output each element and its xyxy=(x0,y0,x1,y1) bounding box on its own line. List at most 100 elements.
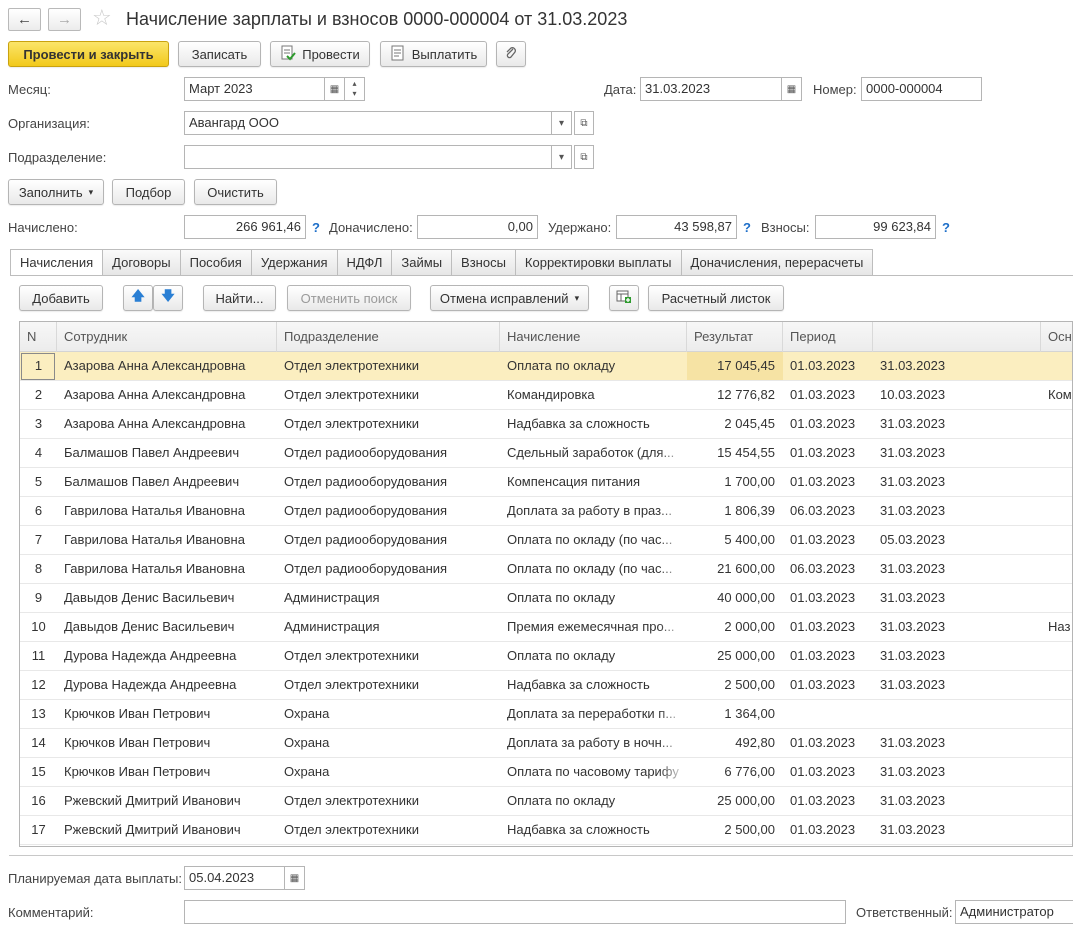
cell-result[interactable]: 17 045,45 xyxy=(687,352,783,380)
cell-period-start[interactable]: 01.03.2023 xyxy=(783,410,873,438)
cell-accrual[interactable]: Доплата за работу в праз... xyxy=(500,497,687,525)
cell-period-start[interactable]: 06.03.2023 xyxy=(783,555,873,583)
cell-n[interactable]: 7 xyxy=(20,526,57,554)
cell-n[interactable]: 2 xyxy=(20,381,57,409)
pay-button[interactable]: Выплатить xyxy=(380,41,487,67)
table-row[interactable]: 5 Балмашов Павел Андреевич Отдел радиообор… xyxy=(20,468,1072,497)
number-field[interactable]: 0000-000004 xyxy=(861,77,982,101)
col-header-accrual[interactable]: Начисление xyxy=(500,322,687,352)
cell-period-start[interactable] xyxy=(783,700,873,728)
cell-n[interactable]: 16 xyxy=(20,787,57,815)
back-button[interactable]: ← xyxy=(8,8,41,31)
cell-department[interactable]: Отдел электротехники xyxy=(277,671,500,699)
cell-accrual[interactable]: Надбавка за сложность xyxy=(500,816,687,844)
organization-field[interactable]: Авангард ООО xyxy=(184,111,552,135)
cell-employee[interactable]: Крючков Иван Петрович xyxy=(57,729,277,757)
cell-n[interactable]: 9 xyxy=(20,584,57,612)
cell-basis[interactable] xyxy=(1041,758,1072,786)
cell-result[interactable]: 2 500,00 xyxy=(687,671,783,699)
comment-field[interactable] xyxy=(184,900,846,924)
cell-basis[interactable]: Наз xyxy=(1041,613,1072,641)
cell-department[interactable]: Отдел радиооборудования xyxy=(277,526,500,554)
cell-employee[interactable]: Азарова Анна Александровна xyxy=(57,410,277,438)
cell-result[interactable]: 1 806,39 xyxy=(687,497,783,525)
cell-period-start[interactable]: 01.03.2023 xyxy=(783,758,873,786)
cell-basis[interactable] xyxy=(1041,729,1072,757)
organization-open-button[interactable]: ⧉ xyxy=(574,111,594,135)
cell-employee[interactable]: Давыдов Денис Васильевич xyxy=(57,584,277,612)
accrued-help-icon[interactable]: ? xyxy=(312,220,320,235)
table-row[interactable]: 6 Гаврилова Наталья Ивановна Отдел радиооб… xyxy=(20,497,1072,526)
cell-accrual[interactable]: Командировка xyxy=(500,381,687,409)
table-settings-button[interactable] xyxy=(609,285,639,311)
cell-accrual[interactable]: Надбавка за сложность xyxy=(500,410,687,438)
department-open-button[interactable]: ⧉ xyxy=(574,145,594,169)
cell-basis[interactable] xyxy=(1041,468,1072,496)
cell-n[interactable]: 14 xyxy=(20,729,57,757)
add-row-button[interactable]: Добавить xyxy=(19,285,103,311)
cell-n[interactable]: 1 xyxy=(20,352,57,380)
withheld-help-icon[interactable]: ? xyxy=(743,220,751,235)
cell-period-end[interactable]: 31.03.2023 xyxy=(873,555,1041,583)
cell-employee[interactable]: Дурова Надежда Андреевна xyxy=(57,671,277,699)
cell-period-end[interactable]: 31.03.2023 xyxy=(873,671,1041,699)
cell-employee[interactable]: Ржевский Дмитрий Иванович xyxy=(57,787,277,815)
cell-result[interactable]: 2 045,45 xyxy=(687,410,783,438)
move-up-button[interactable]: 🡅 xyxy=(123,285,153,311)
cell-period-start[interactable]: 01.03.2023 xyxy=(783,613,873,641)
cell-n[interactable]: 4 xyxy=(20,439,57,467)
cell-employee[interactable]: Крючков Иван Петрович xyxy=(57,758,277,786)
cell-basis[interactable] xyxy=(1041,584,1072,612)
table-row[interactable]: 3 Азарова Анна Александровна Отдел электро… xyxy=(20,410,1072,439)
table-row[interactable]: 4 Балмашов Павел Андреевич Отдел радиообор… xyxy=(20,439,1072,468)
cell-accrual[interactable]: Премия ежемесячная про... xyxy=(500,613,687,641)
cell-accrual[interactable]: Оплата по окладу xyxy=(500,584,687,612)
cell-period-start[interactable]: 01.03.2023 xyxy=(783,526,873,554)
forward-button[interactable]: → xyxy=(48,8,81,31)
tab-contracts[interactable]: Договоры xyxy=(102,249,181,275)
cell-period-end[interactable]: 31.03.2023 xyxy=(873,816,1041,844)
cell-department[interactable]: Отдел радиооборудования xyxy=(277,439,500,467)
cell-period-start[interactable]: 06.03.2023 xyxy=(783,497,873,525)
tab-benefits[interactable]: Пособия xyxy=(179,249,252,275)
cell-department[interactable]: Отдел электротехники xyxy=(277,787,500,815)
cell-department[interactable]: Отдел электротехники xyxy=(277,352,500,380)
clear-button[interactable]: Очистить xyxy=(194,179,277,205)
cell-basis[interactable] xyxy=(1041,816,1072,844)
cell-period-start[interactable]: 01.03.2023 xyxy=(783,468,873,496)
cell-basis[interactable] xyxy=(1041,787,1072,815)
cell-basis[interactable] xyxy=(1041,671,1072,699)
table-row[interactable]: 8 Гаврилова Наталья Ивановна Отдел радиооб… xyxy=(20,555,1072,584)
cell-n[interactable]: 12 xyxy=(20,671,57,699)
tab-loans[interactable]: Займы xyxy=(391,249,453,275)
cell-result[interactable]: 1 364,00 xyxy=(687,700,783,728)
cell-employee[interactable]: Гаврилова Наталья Ивановна xyxy=(57,497,277,525)
cell-accrual[interactable]: Оплата по окладу xyxy=(500,642,687,670)
fill-button[interactable]: Заполнить ▾ xyxy=(8,179,104,205)
cell-period-start[interactable]: 01.03.2023 xyxy=(783,671,873,699)
cell-accrual[interactable]: Оплата по окладу (по час... xyxy=(500,555,687,583)
month-field[interactable]: Март 2023 xyxy=(184,77,325,101)
cell-department[interactable]: Администрация xyxy=(277,613,500,641)
cell-period-start[interactable]: 01.03.2023 xyxy=(783,381,873,409)
table-row[interactable]: 15 Крючков Иван Петрович Охрана Оплата по ч… xyxy=(20,758,1072,787)
cell-employee[interactable]: Азарова Анна Александровна xyxy=(57,352,277,380)
find-button[interactable]: Найти... xyxy=(203,285,276,311)
cell-result[interactable]: 6 776,00 xyxy=(687,758,783,786)
cancel-corrections-button[interactable]: Отмена исправлений ▾ xyxy=(430,285,589,311)
cell-employee[interactable]: Давыдов Денис Васильевич xyxy=(57,613,277,641)
cell-accrual[interactable]: Оплата по окладу (по час... xyxy=(500,526,687,554)
table-row[interactable]: 13 Крючков Иван Петрович Охрана Доплата за … xyxy=(20,700,1072,729)
cell-basis[interactable] xyxy=(1041,439,1072,467)
cell-result[interactable]: 2 000,00 xyxy=(687,613,783,641)
cell-employee[interactable]: Дурова Надежда Андреевна xyxy=(57,642,277,670)
cell-department[interactable]: Отдел радиооборудования xyxy=(277,468,500,496)
cell-period-end[interactable]: 31.03.2023 xyxy=(873,468,1041,496)
cell-result[interactable]: 12 776,82 xyxy=(687,381,783,409)
cell-period-start[interactable]: 01.03.2023 xyxy=(783,352,873,380)
post-and-close-button[interactable]: Провести и закрыть xyxy=(8,41,169,67)
cell-result[interactable]: 492,80 xyxy=(687,729,783,757)
pick-button[interactable]: Подбор xyxy=(112,179,185,205)
cell-period-start[interactable]: 01.03.2023 xyxy=(783,584,873,612)
cell-period-end[interactable]: 31.03.2023 xyxy=(873,439,1041,467)
